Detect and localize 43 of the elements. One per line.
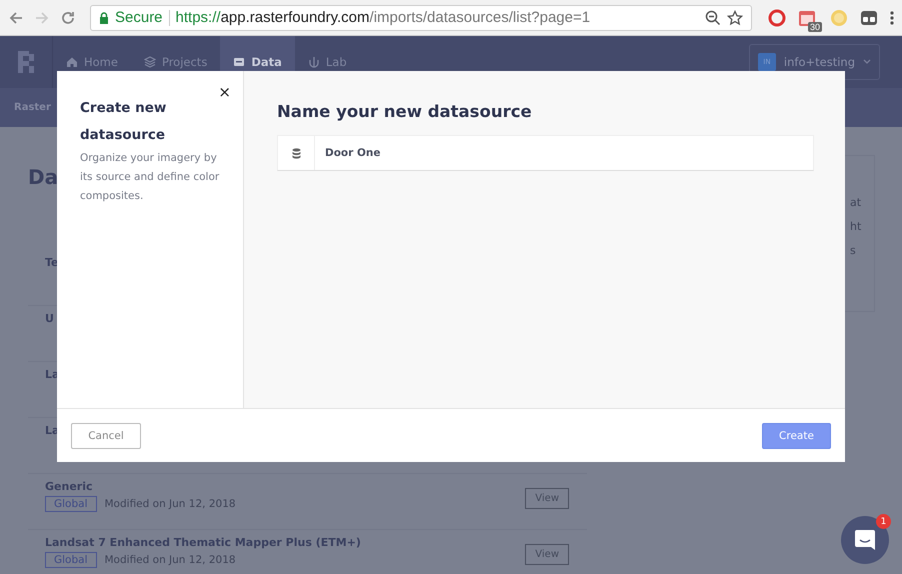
modified-date: Modified on Jun 12, 2018 <box>104 498 236 510</box>
chat-button[interactable] <box>841 516 889 564</box>
more-options-icon[interactable] <box>890 10 894 26</box>
nav-tab[interactable]: Projects <box>130 36 220 88</box>
name-input-field[interactable]: Door One <box>315 146 813 160</box>
fork-icon <box>308 56 320 68</box>
star-icon[interactable] <box>727 10 743 26</box>
datasource-title: Landsat 7 Enhanced Thematic Mapper Plus (ETM+) <box>45 536 362 549</box>
address-bar[interactable]: Secure https://app.rasterfoundry.com/imports/datasources/list?page=1 <box>90 4 752 30</box>
nav-tab[interactable]: Home <box>53 36 131 88</box>
notification-badge: 1 <box>876 514 891 529</box>
nav-tab[interactable]: Lab <box>294 36 360 88</box>
card-icon <box>233 56 246 68</box>
modal-title: Create new datasource <box>80 99 168 145</box>
card-text: ht <box>850 220 862 233</box>
layers-icon <box>144 56 156 68</box>
back-arrow-icon[interactable] <box>8 10 24 26</box>
name-field[interactable]: Door One <box>277 135 814 171</box>
create-button[interactable]: Create <box>762 422 831 448</box>
user-name: info+testing <box>784 55 855 69</box>
chevron-down-icon <box>863 59 871 65</box>
home-icon <box>66 56 78 68</box>
opera-icon[interactable] <box>768 8 786 26</box>
datasource-title: U <box>45 312 55 325</box>
cancel-button[interactable]: Cancel <box>71 422 141 448</box>
modal-description: Organize your imagery by its source and define color composites. <box>80 151 220 204</box>
card-text: s <box>850 244 856 257</box>
lock-icon <box>99 12 109 24</box>
chat-bubble-icon <box>854 529 876 551</box>
datasource-title: Generic <box>45 480 94 493</box>
form-heading: Name your new datasource <box>277 102 533 121</box>
scope-tag: Global <box>45 552 96 568</box>
reload-icon[interactable] <box>60 10 76 26</box>
scope-tag: Global <box>45 496 96 512</box>
page-heading: Da <box>28 165 58 189</box>
card-text: at <box>850 196 862 209</box>
extension-badge: 30 <box>808 22 822 32</box>
database-icon <box>292 148 300 158</box>
modified-date: Modified on Jun 12, 2018 <box>104 554 236 566</box>
security-label: Secure <box>115 9 163 26</box>
url-text: https://app.rasterfoundry.com/imports/datasources/list?page=1 <box>176 9 592 26</box>
glasses-icon[interactable] <box>860 8 878 26</box>
zoom-out-icon[interactable] <box>705 10 721 26</box>
